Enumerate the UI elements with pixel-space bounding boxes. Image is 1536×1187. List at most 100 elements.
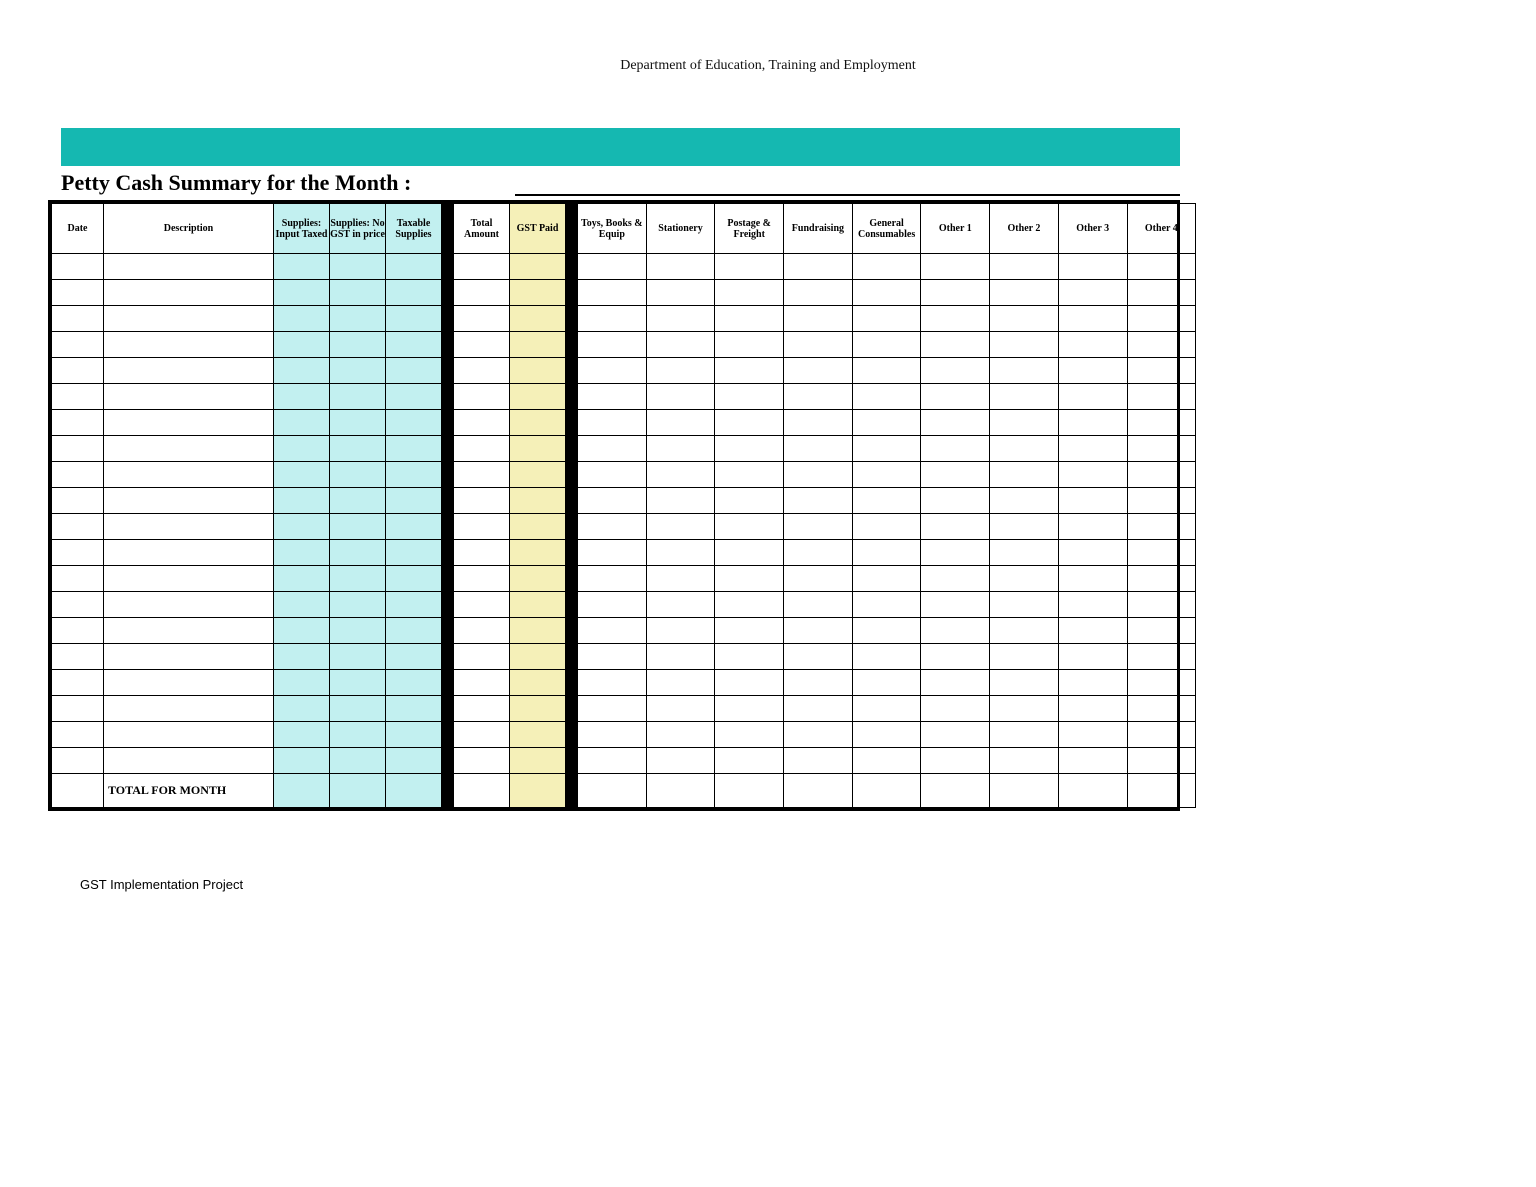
cell [52,618,104,644]
cell [1127,306,1196,332]
cell [510,644,566,670]
table-row [52,488,1196,514]
cell [921,254,990,280]
cell [921,540,990,566]
cell [386,514,442,540]
cell [274,514,330,540]
cell [921,280,990,306]
cell [566,696,578,722]
cell [104,358,274,384]
table-row [52,618,1196,644]
cell [442,488,454,514]
cell [852,280,921,306]
cell [52,254,104,280]
cell [990,618,1059,644]
cell [646,644,715,670]
cell [104,540,274,566]
cell [330,436,386,462]
cell [852,592,921,618]
cell [852,306,921,332]
cell [578,696,647,722]
cell [578,592,647,618]
cell [784,696,853,722]
cell [1058,488,1127,514]
cell [274,696,330,722]
cell [442,774,454,808]
cell [442,722,454,748]
col-gst-paid: GST Paid [510,204,566,254]
cell [330,566,386,592]
cell [566,748,578,774]
cell [578,618,647,644]
cell [566,306,578,332]
cell [990,566,1059,592]
cell [274,540,330,566]
cell [566,514,578,540]
cell [852,436,921,462]
cell [104,332,274,358]
cell [715,618,784,644]
cell [386,644,442,670]
cell [1127,670,1196,696]
cell [52,592,104,618]
cell [104,410,274,436]
column-separator-2 [566,204,578,254]
cell [274,748,330,774]
cell [330,670,386,696]
cell [990,748,1059,774]
cell [386,254,442,280]
cell [274,722,330,748]
cell [852,722,921,748]
cell [784,540,853,566]
cell [646,462,715,488]
page: Department of Education, Training and Em… [0,0,1536,1187]
cell [990,436,1059,462]
cell [1127,488,1196,514]
cell [104,254,274,280]
cell [442,436,454,462]
cell [784,488,853,514]
cell [646,358,715,384]
cell [990,410,1059,436]
cell [274,488,330,514]
cell [646,306,715,332]
cell [442,306,454,332]
cell [566,436,578,462]
cell [784,358,853,384]
cell [454,488,510,514]
footer-text: GST Implementation Project [80,877,243,892]
cell [784,280,853,306]
col-other3: Other 3 [1058,204,1127,254]
cell [566,592,578,618]
cell [1058,332,1127,358]
cell [715,410,784,436]
cell [52,644,104,670]
column-separator-1 [442,204,454,254]
cell [1058,280,1127,306]
teal-banner [61,128,1180,166]
cell [1127,280,1196,306]
cell [330,644,386,670]
cell [646,592,715,618]
cell [1127,566,1196,592]
table-row [52,332,1196,358]
cell [578,670,647,696]
cell [852,670,921,696]
cell [852,332,921,358]
col-other1: Other 1 [921,204,990,254]
cell [454,280,510,306]
cell [566,488,578,514]
cell [578,644,647,670]
cell [454,670,510,696]
cell [566,254,578,280]
cell [274,306,330,332]
cell [510,254,566,280]
cell [442,618,454,644]
col-other4: Other 4 [1127,204,1196,254]
cell [330,696,386,722]
table-row [52,306,1196,332]
cell [104,436,274,462]
cell [1058,592,1127,618]
cell [784,722,853,748]
cell [646,514,715,540]
